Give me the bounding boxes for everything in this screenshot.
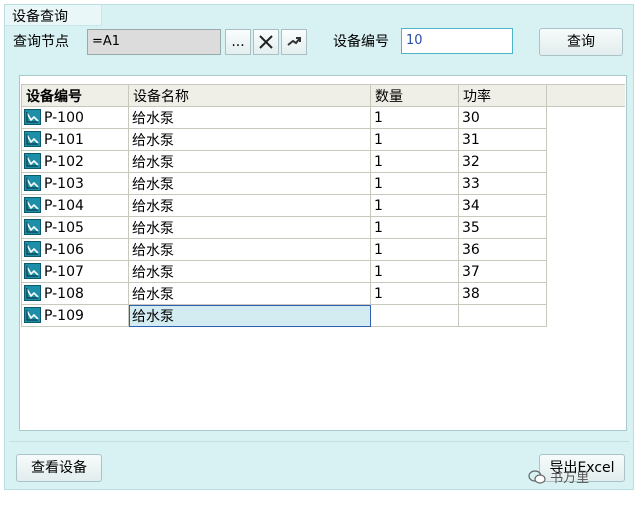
cell-device-name[interactable]: 给水泵 [128, 238, 371, 261]
device-icon [24, 307, 41, 323]
cell-power[interactable]: 30 [458, 106, 547, 129]
device-no: P-106 [44, 242, 84, 258]
view-device-button[interactable]: 查看设备 [16, 454, 102, 482]
device-icon [24, 197, 41, 213]
title-tab: 设备查询 [5, 5, 102, 26]
cell-device-no[interactable]: P-100 [21, 106, 129, 129]
device-no-field[interactable]: 10 [401, 28, 513, 54]
clear-button[interactable] [253, 29, 279, 55]
cell-quantity[interactable]: 1 [370, 194, 459, 217]
cell-quantity[interactable]: 1 [370, 216, 459, 239]
table-row[interactable]: P-102 给水泵 1 32 [21, 150, 625, 173]
cell-quantity[interactable]: 1 [370, 238, 459, 261]
cell-device-no[interactable]: P-101 [21, 128, 129, 151]
cell-power[interactable]: 38 [458, 282, 547, 305]
cell-power[interactable]: 32 [458, 150, 547, 173]
window-title: 设备查询 [12, 9, 68, 25]
query-node-label: 查询节点 [13, 34, 69, 50]
search-button[interactable]: 查询 [539, 28, 623, 56]
table-row[interactable]: P-107 给水泵 1 37 [21, 260, 625, 283]
cell-quantity[interactable]: 1 [370, 260, 459, 283]
device-no: P-104 [44, 198, 84, 214]
device-grid: 设备编号 设备名称 数量 功率 P-100 给水泵 1 30 P-101 给水泵 1 31 P-… [21, 84, 625, 327]
cell-power[interactable]: 31 [458, 128, 547, 151]
table-header-row: 设备编号 设备名称 数量 功率 [21, 84, 625, 107]
wechat-icon [528, 470, 546, 484]
device-no: P-107 [44, 264, 84, 280]
column-header-device-no[interactable]: 设备编号 [21, 84, 129, 107]
device-no: P-108 [44, 286, 84, 302]
column-header-quantity[interactable]: 数量 [370, 84, 459, 107]
ellipsis-icon: ... [231, 34, 245, 50]
cell-power[interactable]: 36 [458, 238, 547, 261]
device-no: P-101 [44, 132, 84, 148]
cell-quantity[interactable]: 1 [370, 128, 459, 151]
cell-quantity[interactable]: 1 [370, 150, 459, 173]
table-row[interactable]: P-108 给水泵 1 38 [21, 282, 625, 305]
device-no-label: 设备编号 [333, 34, 389, 50]
table-row[interactable]: P-106 给水泵 1 36 [21, 238, 625, 261]
device-icon [24, 131, 41, 147]
pick-button[interactable] [281, 29, 307, 55]
cell-device-name[interactable]: 给水泵 [128, 128, 371, 151]
cell-device-name[interactable]: 给水泵 [128, 150, 371, 173]
cell-device-no[interactable]: P-102 [21, 150, 129, 173]
table-row[interactable]: P-109 给水泵 [21, 304, 625, 327]
cell-device-no[interactable]: P-108 [21, 282, 129, 305]
cell-device-name[interactable]: 给水泵 [128, 106, 371, 129]
device-no: P-102 [44, 154, 84, 170]
device-icon [24, 241, 41, 257]
cell-device-no[interactable]: P-106 [21, 238, 129, 261]
device-icon [24, 175, 41, 191]
cell-device-name[interactable]: 给水泵 [128, 194, 371, 217]
cell-power[interactable] [458, 304, 547, 327]
cell-device-name[interactable]: 给水泵 [128, 282, 371, 305]
device-icon [24, 219, 41, 235]
table-row[interactable]: P-101 给水泵 1 31 [21, 128, 625, 151]
device-icon [24, 263, 41, 279]
cell-device-no[interactable]: P-104 [21, 194, 129, 217]
cell-quantity[interactable]: 1 [370, 172, 459, 195]
column-header-filler [546, 84, 625, 107]
cell-device-name[interactable]: 给水泵 [128, 216, 371, 239]
cell-device-name[interactable]: 给水泵 [128, 172, 371, 195]
query-node-field[interactable]: =A1 [87, 29, 221, 55]
table-row[interactable]: P-103 给水泵 1 33 [21, 172, 625, 195]
device-icon [24, 153, 41, 169]
cell-power[interactable]: 37 [458, 260, 547, 283]
browse-button[interactable]: ... [225, 29, 251, 55]
close-icon [259, 35, 273, 49]
column-header-power[interactable]: 功率 [458, 84, 547, 107]
table-row[interactable]: P-104 给水泵 1 34 [21, 194, 625, 217]
cell-device-name[interactable]: 给水泵 [128, 260, 371, 283]
cell-power[interactable]: 33 [458, 172, 547, 195]
cell-device-no[interactable]: P-107 [21, 260, 129, 283]
divider [9, 441, 629, 442]
cell-quantity[interactable] [370, 304, 459, 327]
cell-device-no[interactable]: P-103 [21, 172, 129, 195]
table-row[interactable]: P-105 给水泵 1 35 [21, 216, 625, 239]
cell-quantity[interactable]: 1 [370, 282, 459, 305]
device-no: P-105 [44, 220, 84, 236]
cell-device-name[interactable]: 给水泵 [128, 304, 371, 327]
device-no: P-109 [44, 308, 84, 324]
device-no: P-100 [44, 110, 84, 126]
watermark: 书万里 [528, 467, 589, 486]
link-arrow-icon [287, 37, 301, 46]
cell-power[interactable]: 35 [458, 216, 547, 239]
device-icon [24, 285, 41, 301]
cell-power[interactable]: 34 [458, 194, 547, 217]
device-table[interactable]: 设备编号 设备名称 数量 功率 P-100 给水泵 1 30 P-101 给水泵 1 31 P-… [19, 75, 627, 431]
watermark-text: 书万里 [550, 471, 590, 486]
device-icon [24, 109, 41, 125]
column-header-device-name[interactable]: 设备名称 [128, 84, 371, 107]
device-no: P-103 [44, 176, 84, 192]
cell-quantity[interactable]: 1 [370, 106, 459, 129]
table-row[interactable]: P-100 给水泵 1 30 [21, 106, 625, 129]
device-query-panel: 设备查询 查询节点 =A1 ... 设备编号 10 查询 设备编号 设备名称 数… [4, 4, 634, 490]
cell-device-no[interactable]: P-105 [21, 216, 129, 239]
cell-device-no[interactable]: P-109 [21, 304, 129, 327]
